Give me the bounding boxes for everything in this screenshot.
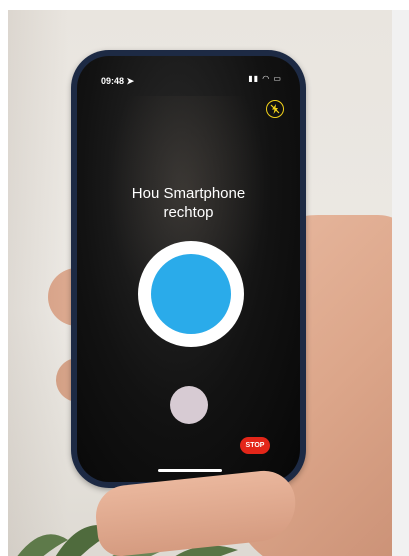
smartphone: 09:48 ➤ ▮▮ ◠ ▭ Hou Smartphone rechtop ST… [71,50,306,488]
status-icons: ▮▮ ◠ ▭ [248,74,282,83]
instruction-line-2: rechtop [163,204,214,221]
photo-background: 09:48 ➤ ▮▮ ◠ ▭ Hou Smartphone rechtop ST… [8,10,392,556]
level-target-dot [151,254,231,334]
instruction-line-1: Hou Smartphone [131,185,246,202]
page-margin [392,10,409,556]
phone-screen: 09:48 ➤ ▮▮ ◠ ▭ Hou Smartphone rechtop ST… [77,56,300,482]
status-time: 09:48 ➤ [101,76,134,87]
status-time-text: 09:48 [101,76,125,86]
location-arrow-icon: ➤ [126,76,135,86]
home-indicator[interactable] [158,469,222,472]
level-target-ring [138,241,244,347]
instruction-text: Hou Smartphone rechtop [77,184,300,222]
stop-button[interactable]: STOP [240,437,270,454]
flash-off-glyph [270,104,280,114]
shutter-button[interactable] [170,386,208,424]
flash-off-icon[interactable] [266,100,284,118]
